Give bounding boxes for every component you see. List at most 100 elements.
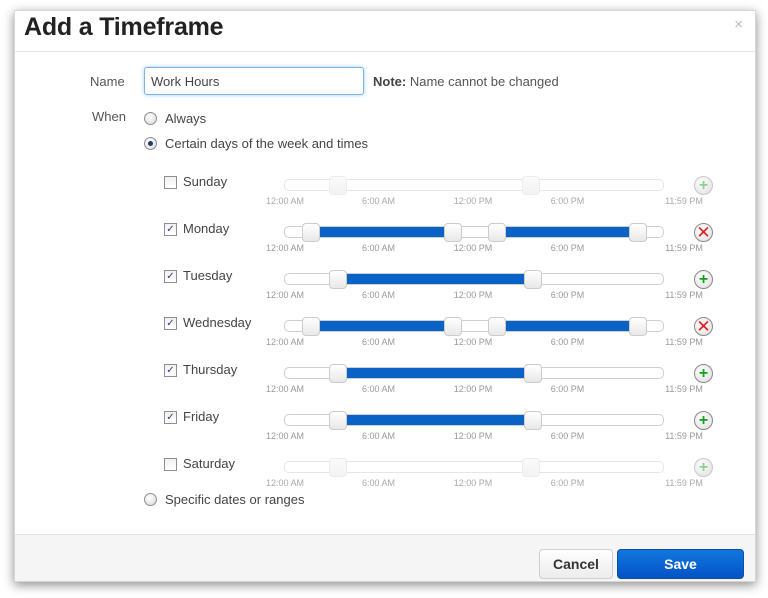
name-input[interactable] (144, 67, 364, 95)
range-end-handle[interactable] (523, 364, 542, 383)
time-range-slider[interactable] (284, 458, 664, 477)
note-bold: Note: (373, 74, 407, 89)
radio-certain-days[interactable]: Certain days of the week and times (144, 136, 368, 151)
cancel-button[interactable]: Cancel (539, 549, 613, 579)
tick-label: 12:00 PM (453, 337, 493, 347)
radio-specific-dates[interactable]: Specific dates or ranges (144, 492, 304, 507)
day-checkbox[interactable] (164, 176, 177, 189)
tick-label: 12:00 AM (265, 243, 305, 253)
day-label: Friday (183, 409, 220, 424)
time-range-slider[interactable] (284, 223, 664, 242)
range-end-handle[interactable] (629, 223, 648, 242)
time-range-slider[interactable] (284, 364, 664, 383)
day-checkbox[interactable]: ✓ (164, 364, 177, 377)
tick-label: 6:00 AM (361, 337, 396, 347)
day-row-thursday: ✓ Thursday 12:00 AM 6:00 AM 12:00 PM 6:00 PM 1… (164, 361, 724, 401)
tick-label: 6:00 AM (361, 196, 396, 206)
radio-label: Certain days of the week and times (165, 136, 369, 151)
selected-range (337, 368, 533, 378)
range-start-handle[interactable] (328, 270, 347, 289)
close-x-icon[interactable]: × (734, 16, 743, 33)
day-checkbox[interactable]: ✓ (164, 223, 177, 236)
tick-label: 12:00 PM (453, 196, 493, 206)
range-end-handle[interactable] (523, 411, 542, 430)
tick-label: 12:00 PM (453, 431, 493, 441)
range-end-handle[interactable] (523, 270, 542, 289)
add-range-icon[interactable]: + (694, 176, 713, 195)
radio-label: Specific dates or ranges (165, 492, 305, 507)
remove-range-icon[interactable]: ✕ (694, 317, 713, 336)
save-button[interactable]: Save (617, 549, 744, 579)
day-label: Saturday (183, 456, 236, 471)
tick-label: 6:00 AM (361, 431, 396, 441)
tick-label: 11:59 PM (665, 290, 703, 300)
day-row-sunday: Sunday 12:00 AM 6:00 AM 12:00 PM 6:00 PM 11:5… (164, 173, 724, 213)
tick-label: 6:00 AM (361, 478, 396, 488)
selected-range (496, 321, 639, 331)
selected-range (337, 274, 533, 284)
radio-button[interactable] (144, 112, 157, 125)
add-range-icon[interactable]: + (694, 364, 713, 383)
note-text: Name cannot be changed (406, 74, 559, 89)
when-label: When (92, 109, 126, 124)
dialog-header: Add a Timeframe × (15, 11, 755, 52)
tick-label: 6:00 PM (550, 290, 585, 300)
range-end-handle[interactable] (629, 317, 648, 336)
radio-button-selected[interactable] (144, 137, 157, 150)
range-start-handle[interactable] (487, 317, 506, 336)
tick-label: 12:00 AM (265, 431, 305, 441)
range-start-handle[interactable] (328, 458, 347, 477)
name-note: Note: Name cannot be changed (373, 74, 559, 89)
range-start-handle[interactable] (328, 364, 347, 383)
range-start-handle[interactable] (302, 317, 321, 336)
day-label: Tuesday (183, 268, 233, 283)
tick-label: 6:00 AM (361, 290, 396, 300)
time-range-slider[interactable] (284, 317, 664, 336)
tick-label: 12:00 PM (453, 384, 493, 394)
selected-range (311, 321, 454, 331)
add-range-icon[interactable]: + (694, 411, 713, 430)
range-start-handle[interactable] (487, 223, 506, 242)
day-label: Thursday (183, 362, 238, 377)
dialog-footer: Cancel Save (15, 534, 755, 581)
time-range-slider[interactable] (284, 176, 664, 195)
tick-label: 12:00 AM (265, 290, 305, 300)
range-end-handle[interactable] (444, 317, 463, 336)
range-end-handle[interactable] (444, 223, 463, 242)
time-range-slider[interactable] (284, 411, 664, 430)
tick-label: 12:00 PM (453, 478, 493, 488)
tick-label: 11:59 PM (665, 431, 703, 441)
range-start-handle[interactable] (328, 176, 347, 195)
tick-label: 12:00 AM (265, 478, 305, 488)
day-row-tuesday: ✓ Tuesday 12:00 AM 6:00 AM 12:00 PM 6:00 PM 11… (164, 267, 724, 307)
day-checkbox[interactable]: ✓ (164, 317, 177, 330)
tick-label: 12:00 AM (265, 337, 305, 347)
tick-label: 6:00 AM (361, 243, 396, 253)
range-start-handle[interactable] (328, 411, 347, 430)
range-end-handle[interactable] (521, 176, 540, 195)
remove-range-icon[interactable]: ✕ (694, 223, 713, 242)
tick-label: 12:00 AM (265, 196, 305, 206)
radio-label: Always (165, 111, 207, 126)
day-checkbox[interactable]: ✓ (164, 411, 177, 424)
day-checkbox[interactable] (164, 458, 177, 471)
tick-label: 12:00 AM (265, 384, 305, 394)
range-end-handle[interactable] (521, 458, 540, 477)
tick-label: 6:00 AM (361, 384, 396, 394)
time-range-slider[interactable] (284, 270, 664, 289)
day-label: Monday (183, 221, 230, 236)
range-start-handle[interactable] (302, 223, 321, 242)
tick-label: 12:00 PM (453, 290, 493, 300)
selected-range (311, 227, 454, 237)
add-range-icon[interactable]: + (694, 270, 713, 289)
name-label: Name (90, 74, 125, 89)
day-checkbox[interactable]: ✓ (164, 270, 177, 283)
tick-label: 6:00 PM (550, 196, 585, 206)
tick-label: 12:00 PM (453, 243, 493, 253)
add-range-icon[interactable]: + (694, 458, 713, 477)
day-row-friday: ✓ Friday 12:00 AM 6:00 AM 12:00 PM 6:00 PM 11:… (164, 408, 724, 448)
day-row-saturday: Saturday 12:00 AM 6:00 AM 12:00 PM 6:00 PM 11… (164, 455, 724, 495)
radio-always[interactable]: Always (144, 111, 206, 126)
radio-button[interactable] (144, 493, 157, 506)
day-row-monday: ✓ Monday 12:00 AM 6:00 AM 12:00 PM 6:00 PM 11:… (164, 220, 724, 260)
